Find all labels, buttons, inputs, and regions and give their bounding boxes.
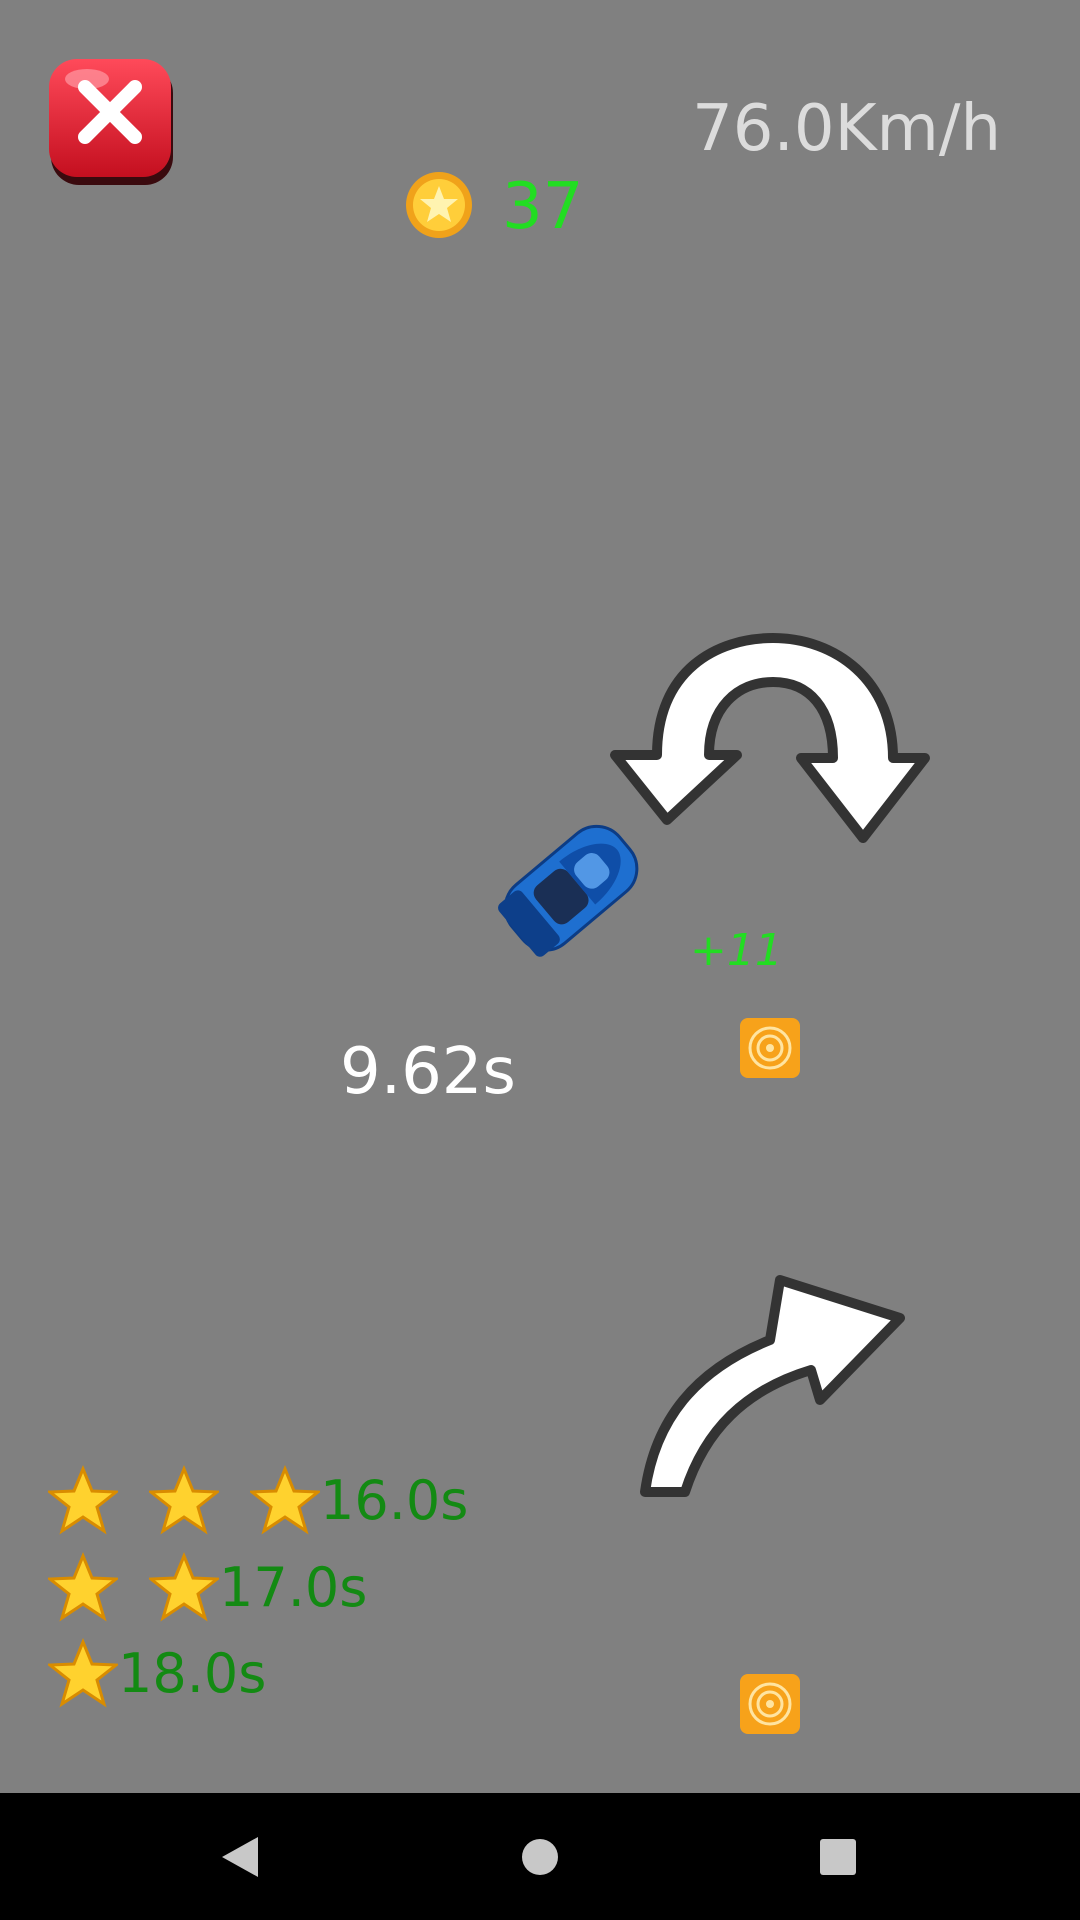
blue-car (498, 824, 639, 957)
star-icon (48, 1465, 118, 1535)
back-button[interactable] (180, 1793, 300, 1920)
home-icon (522, 1838, 558, 1875)
target-marker-icon (740, 1674, 800, 1734)
turn-right-arrow-icon (640, 1275, 905, 1497)
home-button[interactable] (480, 1793, 600, 1920)
star-icon (149, 1552, 219, 1622)
three-star-time: 16.0s (320, 1468, 469, 1532)
close-button[interactable] (47, 57, 177, 187)
star-icon (250, 1465, 320, 1535)
star-icon (149, 1465, 219, 1535)
one-star-time: 18.0s (118, 1641, 267, 1705)
turn-right-button[interactable] (635, 1270, 910, 1502)
target-marker-icon (740, 1018, 800, 1078)
star-icon (48, 1552, 118, 1622)
recents-icon (820, 1838, 856, 1875)
bonus-popup: +11 (690, 925, 783, 976)
two-star-threshold: 17.0s (48, 1552, 367, 1622)
one-star-threshold: 18.0s (48, 1638, 266, 1708)
close-icon (49, 59, 173, 185)
recents-button[interactable] (778, 1793, 898, 1920)
coin-icon (406, 172, 472, 238)
two-star-time: 17.0s (219, 1555, 368, 1619)
coin-count: 37 (502, 170, 584, 244)
race-timer: 9.62s (340, 1035, 516, 1109)
speed-readout: 76.0Km/h (692, 92, 1001, 166)
three-star-threshold: 16.0s (48, 1465, 468, 1535)
star-icon (48, 1638, 118, 1708)
back-icon (222, 1836, 258, 1877)
system-nav-bar (0, 1793, 1080, 1920)
